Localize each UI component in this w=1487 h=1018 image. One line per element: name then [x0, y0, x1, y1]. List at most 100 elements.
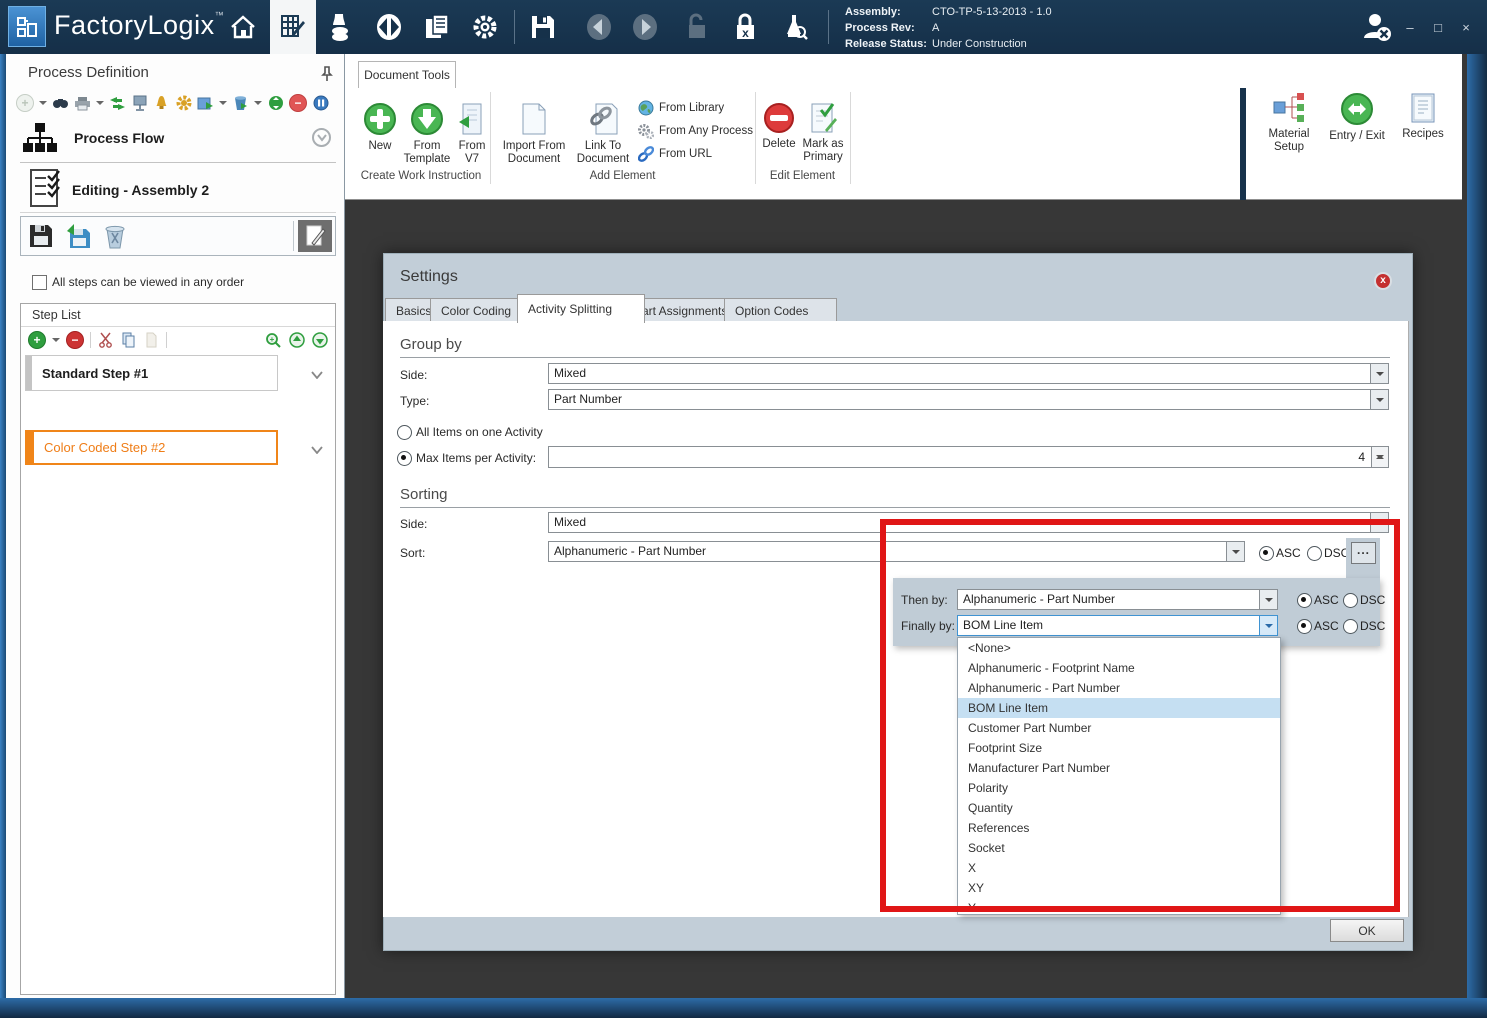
step2-expand-chevron[interactable] — [311, 443, 323, 457]
chevron-down-icon[interactable] — [1259, 590, 1277, 609]
tab-activity-splitting[interactable]: Activity Splitting — [517, 294, 645, 323]
pin-icon[interactable] — [320, 66, 334, 85]
ok-button[interactable]: OK — [1330, 919, 1404, 942]
import-step-button[interactable] — [61, 220, 95, 252]
minimize-button[interactable]: – — [1398, 18, 1422, 38]
tab-document-tools[interactable]: Document Tools — [358, 61, 456, 88]
process-definition-button[interactable] — [270, 0, 316, 54]
process-swap-icon[interactable] — [109, 95, 126, 112]
presentation-icon[interactable] — [131, 95, 148, 112]
print-caret-icon[interactable] — [96, 101, 104, 109]
sort-asc-radio[interactable] — [1259, 546, 1274, 561]
link-to-document-button[interactable]: Link To Document — [568, 102, 638, 166]
tab-option-codes[interactable]: Option Codes — [724, 298, 837, 322]
from-template-button[interactable]: From Template — [398, 102, 456, 166]
dropdown-option[interactable]: Alphanumeric - Part Number — [958, 678, 1280, 698]
group-side-select[interactable]: Mixed — [548, 363, 1389, 384]
step1-expand-chevron[interactable] — [311, 368, 323, 382]
from-v7-button[interactable]: From V7 — [452, 102, 492, 166]
export-folder-icon[interactable] — [197, 95, 214, 112]
dropdown-option[interactable]: Quantity — [958, 798, 1280, 818]
entry-exit-button[interactable]: Entry / Exit — [1320, 92, 1394, 143]
dropdown-option[interactable]: X — [958, 858, 1280, 878]
move-down-icon[interactable] — [311, 332, 328, 349]
material-setup-button[interactable]: Material Setup — [1258, 92, 1320, 154]
dropdown-option[interactable]: XY — [958, 878, 1280, 898]
move-up-icon[interactable] — [288, 332, 305, 349]
delete-caret-icon[interactable] — [254, 101, 262, 109]
finally-by-select[interactable]: BOM Line Item — [957, 615, 1278, 636]
dropdown-option[interactable]: <None> — [958, 638, 1280, 658]
settings-gear-button[interactable] — [468, 10, 502, 44]
save-step-button[interactable] — [24, 220, 58, 252]
chevron-down-icon[interactable] — [1370, 390, 1388, 409]
print-icon[interactable] — [74, 95, 91, 112]
cut-icon[interactable] — [97, 332, 114, 349]
step-item-standard[interactable]: Standard Step #1 — [25, 355, 278, 391]
any-order-checkbox[interactable] — [32, 275, 47, 290]
sorting-side-select[interactable]: Mixed — [548, 512, 1389, 533]
close-button[interactable]: × — [1454, 18, 1478, 38]
dropdown-option[interactable]: References — [958, 818, 1280, 838]
group-type-select[interactable]: Part Number — [548, 389, 1389, 410]
discard-step-button[interactable] — [98, 220, 132, 252]
process-flow-label[interactable]: Process Flow — [74, 130, 164, 146]
sort-select[interactable]: Alphanumeric - Part Number — [548, 541, 1245, 562]
chevron-down-icon[interactable] — [1370, 364, 1388, 383]
export-caret-icon[interactable] — [219, 101, 227, 109]
edit-document-button[interactable] — [298, 220, 332, 252]
collapse-process-flow-button[interactable] — [312, 128, 331, 147]
from-any-process-button[interactable]: From Any Process — [638, 123, 753, 139]
dropdown-option[interactable]: Polarity — [958, 778, 1280, 798]
finally-by-asc-radio[interactable] — [1297, 619, 1312, 634]
back-button[interactable] — [582, 10, 616, 44]
copy-icon[interactable] — [120, 332, 137, 349]
remove-step-icon[interactable]: − — [66, 331, 84, 349]
dropdown-option[interactable]: Manufacturer Part Number — [958, 758, 1280, 778]
dropdown-option[interactable]: Customer Part Number — [958, 718, 1280, 738]
lock-release-button[interactable]: x — [728, 10, 762, 44]
pause-icon[interactable] — [312, 95, 329, 112]
then-by-dsc-radio[interactable] — [1343, 593, 1358, 608]
radio-max-items[interactable] — [397, 451, 412, 466]
test-search-button[interactable] — [778, 10, 812, 44]
sort-dsc-radio[interactable] — [1307, 546, 1322, 561]
refresh-icon[interactable] — [267, 95, 284, 112]
forward-button[interactable] — [628, 10, 662, 44]
add-step-icon[interactable]: + — [28, 331, 46, 349]
spinner-icon[interactable] — [1371, 447, 1388, 467]
chevron-down-icon[interactable] — [1259, 616, 1277, 635]
save-button[interactable] — [526, 10, 560, 44]
dropdown-option[interactable]: Alphanumeric - Footprint Name — [958, 658, 1280, 678]
home-button[interactable] — [226, 10, 260, 44]
feeders-button[interactable] — [324, 10, 358, 44]
dropdown-option[interactable]: Socket — [958, 838, 1280, 858]
from-url-button[interactable]: From URL — [638, 146, 712, 162]
sync-button[interactable] — [372, 10, 406, 44]
dropdown-option-selected[interactable]: BOM Line Item — [958, 698, 1280, 718]
import-from-document-button[interactable]: Import From Document — [494, 102, 574, 166]
find-icon[interactable] — [52, 95, 69, 112]
step-item-color-coded[interactable]: Color Coded Step #2 — [25, 430, 278, 465]
then-by-select[interactable]: Alphanumeric - Part Number — [957, 589, 1278, 610]
dialog-close-icon[interactable]: x — [1374, 272, 1392, 290]
from-library-button[interactable]: From Library — [638, 100, 724, 116]
maximize-button[interactable]: □ — [1426, 18, 1450, 38]
dropdown-option[interactable]: Y — [958, 898, 1280, 915]
zoom-step-icon[interactable]: + — [265, 332, 282, 349]
more-sort-button[interactable]: ... — [1351, 542, 1376, 564]
delete-step-icon[interactable] — [232, 95, 249, 112]
options-gear-icon[interactable] — [175, 95, 192, 112]
add-caret-icon[interactable] — [39, 101, 47, 109]
mark-as-primary-button[interactable]: Mark as Primary — [795, 102, 851, 164]
dropdown-option[interactable]: Footprint Size — [958, 738, 1280, 758]
recipes-button[interactable]: Recipes — [1396, 92, 1450, 141]
chevron-down-icon[interactable] — [1226, 542, 1244, 561]
unlock-button[interactable] — [680, 10, 714, 44]
radio-all-items[interactable] — [397, 425, 412, 440]
max-items-input[interactable]: 4 — [548, 446, 1389, 468]
new-instruction-button[interactable]: New — [356, 102, 404, 153]
documents-button[interactable] — [420, 10, 454, 44]
stop-icon[interactable]: − — [289, 94, 307, 112]
finally-by-dsc-radio[interactable] — [1343, 619, 1358, 634]
